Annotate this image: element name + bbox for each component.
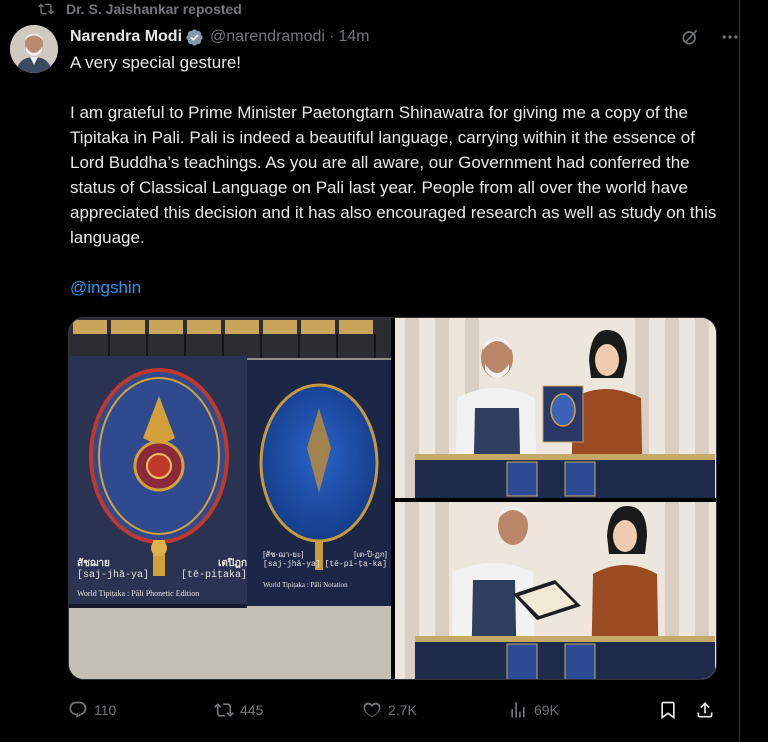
action-bar: 110 445 2.7K 69K [68, 698, 720, 722]
repost-count: 445 [240, 702, 264, 718]
more-icon[interactable] [720, 27, 740, 47]
author-handle[interactable]: @narendramodi [210, 28, 325, 46]
bookmark-button[interactable] [658, 700, 678, 720]
repost-button[interactable]: 445 [214, 700, 263, 720]
book-left-footer: World Tipiṭaka : Pāli Phonetic Edition [77, 589, 200, 598]
book-right-thai2: [เต-ปิ-ฏก] [354, 550, 387, 559]
verified-badge-icon[interactable] [185, 28, 204, 47]
post-text: A very special gesture! I am grateful to… [70, 50, 720, 300]
book-left-roman: [saj-jhā-ya] [77, 570, 150, 581]
book-left-thai: สัชฌาย [77, 558, 110, 569]
repost-icon [38, 3, 54, 15]
grok-icon[interactable] [680, 27, 700, 47]
book-right-labels: [สัช-ฌา-ยะ] [เต-ปิ-ฏก] [saj-jhā-ya] [tē-… [263, 550, 387, 590]
post-time[interactable]: 14m [338, 28, 369, 46]
like-icon [363, 702, 381, 718]
author-name[interactable]: Narendra Modi [70, 28, 182, 46]
bookmark-icon [661, 701, 675, 720]
media-grid: สัชฌาย เตปิฎก [saj-jhā-ya] [tē-piṭaka] W… [68, 317, 717, 680]
book-left-roman2: [tē-piṭaka] [180, 570, 247, 581]
repost-text: Dr. S. Jaishankar reposted [66, 1, 242, 17]
book-right-thai: [สัช-ฌา-ยะ] [263, 550, 304, 559]
like-button[interactable]: 2.7K [362, 700, 417, 720]
book-right-roman2: [tē-pi-ṭa-ka] [324, 560, 387, 569]
mention-link[interactable]: @ingshin [70, 278, 141, 297]
book-right-footer: World Tipiṭaka : Pāli Notation [263, 581, 348, 589]
avatar[interactable] [10, 25, 58, 73]
views-icon [511, 702, 525, 718]
reply-button[interactable]: 110 [68, 700, 116, 720]
share-icon [697, 702, 713, 718]
views-button[interactable]: 69K [508, 700, 559, 720]
book-left-labels: สัชฌาย เตปิฎก [saj-jhā-ya] [tē-piṭaka] W… [77, 558, 247, 600]
header-actions [680, 27, 740, 47]
repost-icon [214, 703, 234, 717]
share-button[interactable] [695, 700, 715, 720]
media-image-presentation-2[interactable] [395, 502, 716, 679]
post-line-1: A very special gesture! [70, 53, 242, 72]
repost-bar[interactable]: Dr. S. Jaishankar reposted [38, 0, 242, 18]
book-right-roman: [saj-jhā-ya] [263, 560, 321, 569]
post-header: Narendra Modi @narendramodi · 14m [70, 26, 740, 48]
views-count: 69K [534, 702, 559, 718]
media-image-books[interactable]: สัชฌาย เตปิฎก [saj-jhā-ya] [tē-piṭaka] W… [69, 318, 391, 679]
avatar-image [10, 25, 58, 73]
separator: · [328, 28, 335, 45]
media-image-presentation-1[interactable] [395, 318, 716, 498]
like-count: 2.7K [388, 702, 417, 718]
post-paragraph: I am grateful to Prime Minister Paetongt… [70, 103, 717, 247]
book-left-thai2: เตปิฎก [217, 558, 247, 569]
reply-icon [69, 701, 87, 718]
reply-count: 110 [94, 702, 117, 718]
